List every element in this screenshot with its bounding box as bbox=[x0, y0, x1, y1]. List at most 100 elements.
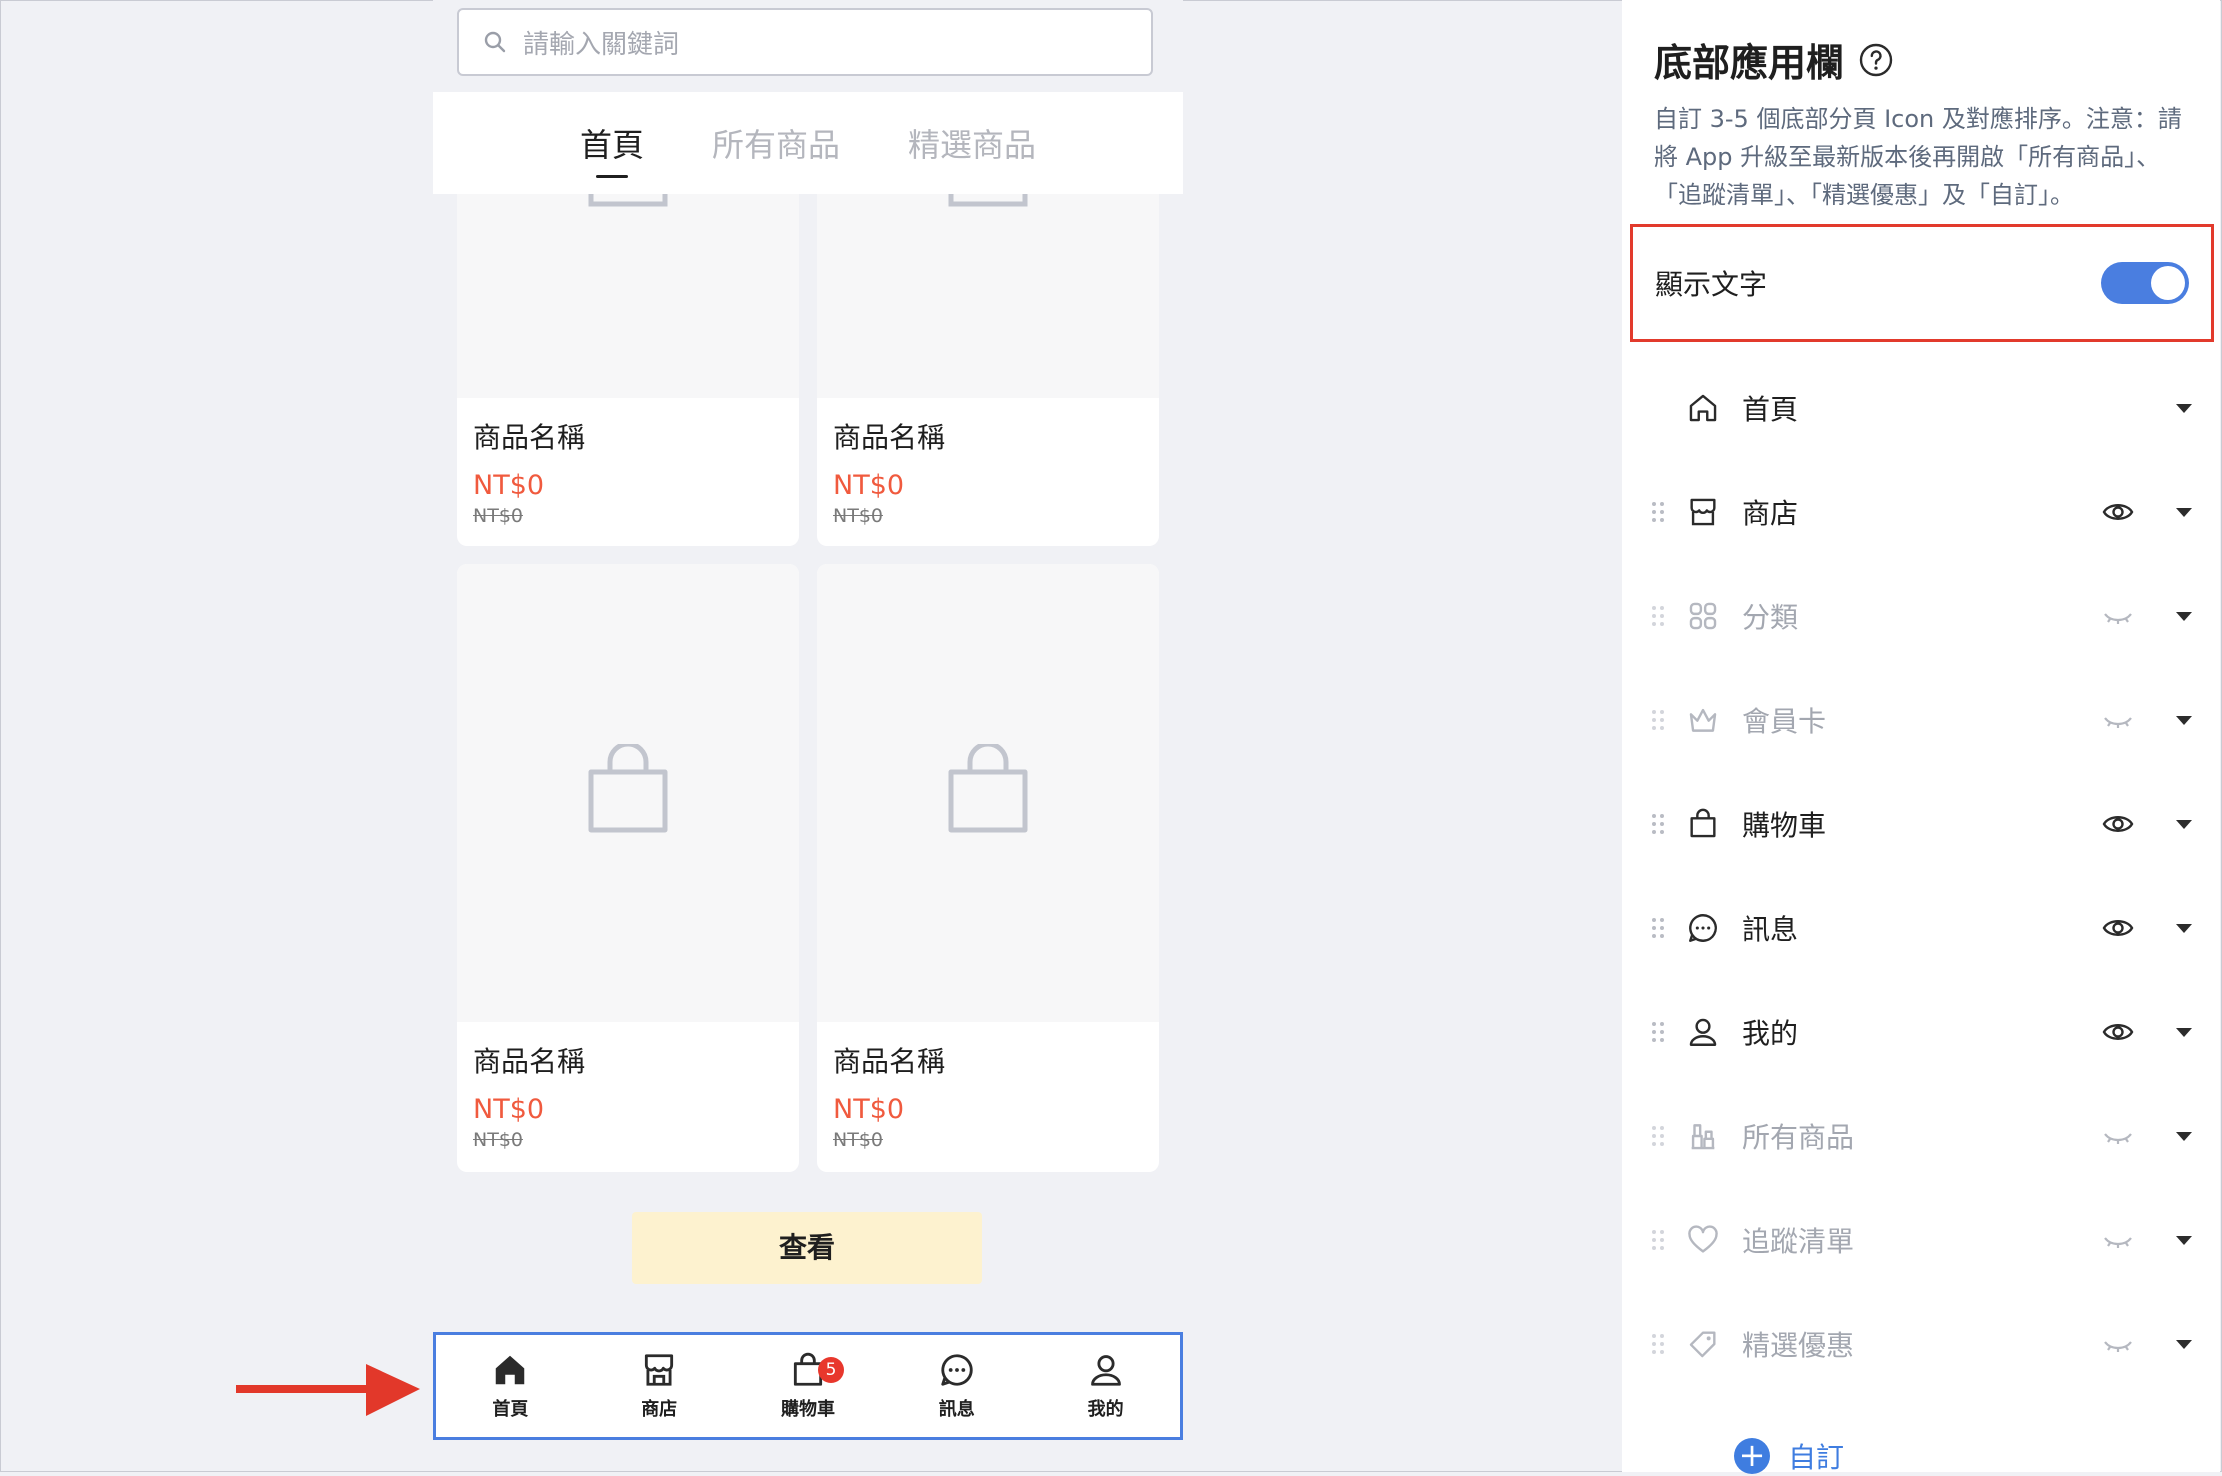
tab-config-item-featured-deals[interactable]: 精選優惠 bbox=[1622, 1292, 2220, 1396]
bottom-nav-label: 首頁 bbox=[492, 1399, 529, 1420]
product-card[interactable]: 商品名稱 NT$0 NT$0 bbox=[817, 194, 1159, 546]
bottom-nav-profile[interactable]: 我的 bbox=[1031, 1335, 1180, 1437]
tab-config-label: 購物車 bbox=[1742, 809, 1827, 842]
panel-title: 底部應用欄 bbox=[1654, 41, 1845, 85]
tab-config-item-wishlist[interactable]: 追蹤清單 bbox=[1622, 1188, 2220, 1292]
product-name: 商品名稱 bbox=[473, 421, 586, 454]
drag-handle-icon[interactable] bbox=[1652, 1230, 1664, 1250]
tab-config-label: 訊息 bbox=[1742, 913, 1799, 946]
product-original-price: NT$0 bbox=[833, 1129, 883, 1151]
tab-config-item-messages[interactable]: 訊息 bbox=[1622, 876, 2220, 980]
tab-config-item-category[interactable]: 分類 bbox=[1622, 564, 2220, 668]
tab-config-label: 首頁 bbox=[1742, 393, 1799, 426]
eye-closed-icon[interactable] bbox=[2102, 706, 2134, 734]
chevron-down-icon[interactable] bbox=[2176, 716, 2192, 725]
drag-handle-icon[interactable] bbox=[1652, 814, 1664, 834]
bottom-nav-store[interactable]: 商店 bbox=[585, 1335, 734, 1437]
home-icon bbox=[496, 1355, 525, 1385]
eye-closed-icon[interactable] bbox=[2102, 602, 2134, 630]
product-card[interactable]: 商品名稱 NT$0 NT$0 bbox=[817, 564, 1159, 1172]
chevron-down-icon[interactable] bbox=[2176, 1340, 2192, 1349]
bottom-nav-messages[interactable]: 訊息 bbox=[882, 1335, 1031, 1437]
eye-closed-icon[interactable] bbox=[2102, 1122, 2134, 1150]
bottom-nav-home[interactable]: 首頁 bbox=[436, 1335, 585, 1437]
drag-handle-icon[interactable] bbox=[1652, 1334, 1664, 1354]
search-icon bbox=[484, 31, 506, 53]
product-image bbox=[817, 194, 1159, 398]
panel-header: 底部應用欄 bbox=[1654, 32, 1894, 87]
tab-config-list: 首頁 商店 分類 會員卡 購物車 訊息 我的 所有商品 追蹤清單 精選優惠 bbox=[1622, 356, 2220, 1396]
eye-icon[interactable] bbox=[2102, 914, 2134, 942]
view-button[interactable]: 查看 bbox=[632, 1212, 982, 1284]
chevron-down-icon[interactable] bbox=[2176, 1028, 2192, 1037]
chat-icon bbox=[1689, 914, 1717, 942]
add-custom-tab-button[interactable]: + 自訂 bbox=[1734, 1436, 1844, 1476]
shopping-bag-icon bbox=[948, 194, 1028, 207]
toggle-knob bbox=[2151, 266, 2185, 300]
tab-config-item-cart[interactable]: 購物車 bbox=[1622, 772, 2220, 876]
drag-handle-icon[interactable] bbox=[1652, 502, 1664, 522]
settings-panel: 底部應用欄 自訂 3-5 個底部分頁 Icon 及對應排序。注意：請將 App … bbox=[1622, 0, 2220, 1474]
chat-icon bbox=[941, 1354, 973, 1386]
tab-all-products[interactable]: 所有商品 bbox=[678, 92, 874, 194]
eye-icon[interactable] bbox=[2102, 498, 2134, 526]
eye-closed-icon[interactable] bbox=[2102, 1330, 2134, 1358]
plus-icon: + bbox=[1734, 1438, 1770, 1474]
phone-preview: 請輸入關鍵詞 首頁 所有商品 精選商品 商品名稱 NT$0 NT$0 商品名稱 bbox=[433, 0, 1183, 1440]
chevron-down-icon[interactable] bbox=[2176, 1236, 2192, 1245]
tab-home[interactable]: 首頁 bbox=[546, 92, 678, 194]
shopping-bag-icon bbox=[588, 194, 668, 207]
product-card[interactable]: 商品名稱 NT$0 NT$0 bbox=[457, 564, 799, 1172]
drag-handle-icon[interactable] bbox=[1652, 606, 1664, 626]
add-custom-label: 自訂 bbox=[1788, 1441, 1845, 1474]
heart-icon bbox=[1688, 1225, 1718, 1253]
chevron-down-icon[interactable] bbox=[2176, 404, 2192, 413]
user-icon bbox=[1689, 1018, 1717, 1046]
tab-config-label: 精選優惠 bbox=[1742, 1329, 1855, 1362]
drag-handle-icon[interactable] bbox=[1652, 1126, 1664, 1146]
search-input[interactable]: 請輸入關鍵詞 bbox=[457, 8, 1153, 76]
bottom-nav-label: 購物車 bbox=[780, 1399, 835, 1420]
bottom-nav-label: 商店 bbox=[641, 1399, 678, 1420]
bottom-nav-label: 訊息 bbox=[938, 1399, 975, 1420]
product-image bbox=[457, 564, 799, 1022]
drag-handle-icon[interactable] bbox=[1652, 710, 1664, 730]
bag-icon bbox=[1690, 808, 1716, 838]
product-price: NT$0 bbox=[473, 470, 545, 501]
product-price: NT$0 bbox=[833, 470, 905, 501]
chevron-down-icon[interactable] bbox=[2176, 508, 2192, 517]
eye-icon[interactable] bbox=[2102, 810, 2134, 838]
product-card[interactable]: 商品名稱 NT$0 NT$0 bbox=[457, 194, 799, 546]
eye-icon[interactable] bbox=[2102, 1018, 2134, 1046]
search-placeholder: 請輸入關鍵詞 bbox=[523, 29, 680, 60]
user-icon bbox=[1090, 1355, 1121, 1386]
all-products-icon bbox=[1691, 1124, 1715, 1150]
tab-featured-products[interactable]: 精選商品 bbox=[874, 92, 1070, 194]
bottom-nav-label: 我的 bbox=[1087, 1399, 1124, 1420]
drag-handle-icon[interactable] bbox=[1652, 918, 1664, 938]
product-name: 商品名稱 bbox=[473, 1045, 586, 1078]
chevron-down-icon[interactable] bbox=[2176, 820, 2192, 829]
show-text-toggle[interactable] bbox=[2101, 262, 2189, 304]
tab-config-item-member-card[interactable]: 會員卡 bbox=[1622, 668, 2220, 772]
product-image bbox=[817, 564, 1159, 1022]
tab-config-item-profile[interactable]: 我的 bbox=[1622, 980, 2220, 1084]
tab-config-item-all-products[interactable]: 所有商品 bbox=[1622, 1084, 2220, 1188]
panel-description: 自訂 3-5 個底部分頁 Icon 及對應排序。注意：請將 App 升級至最新版… bbox=[1654, 105, 2182, 209]
drag-handle-icon[interactable] bbox=[1652, 1022, 1664, 1042]
chevron-down-icon[interactable] bbox=[2176, 924, 2192, 933]
product-original-price: NT$0 bbox=[833, 505, 883, 527]
help-icon[interactable] bbox=[1858, 42, 1894, 78]
store-icon bbox=[1690, 498, 1716, 526]
product-original-price: NT$0 bbox=[473, 1129, 523, 1151]
shopping-bag-icon bbox=[588, 744, 668, 833]
bottom-nav-cart[interactable]: 5 購物車 bbox=[734, 1335, 883, 1437]
eye-closed-icon[interactable] bbox=[2102, 1226, 2134, 1254]
tab-config-item-store[interactable]: 商店 bbox=[1622, 460, 2220, 564]
tab-config-item-home[interactable]: 首頁 bbox=[1622, 356, 2220, 460]
chevron-down-icon[interactable] bbox=[2176, 1132, 2192, 1141]
category-icon bbox=[1689, 602, 1717, 630]
product-name: 商品名稱 bbox=[833, 421, 946, 454]
chevron-down-icon[interactable] bbox=[2176, 612, 2192, 621]
tab-config-label: 會員卡 bbox=[1742, 705, 1827, 738]
